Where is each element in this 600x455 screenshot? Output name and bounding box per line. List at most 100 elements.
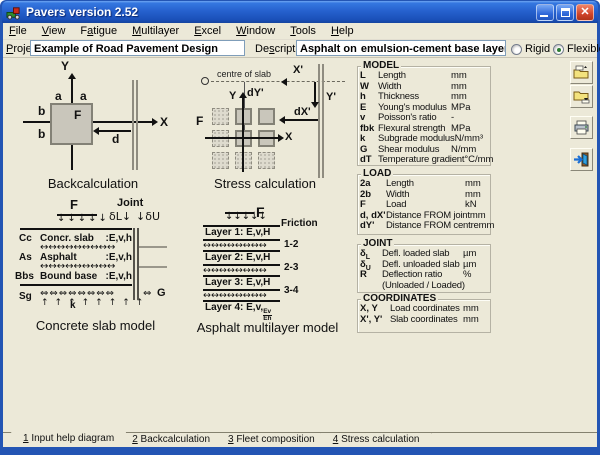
x-prime-label: X' [293,64,303,76]
load-position-square [212,152,229,169]
radio-flexible[interactable] [553,44,564,55]
load-arrows: ↓↓↓↓↓ [57,213,109,224]
menu-tools[interactable]: Tools [290,25,316,37]
y-prime-arrow [311,102,319,108]
minimize-button[interactable] [536,3,554,21]
param-row: R Deflection ratio% [360,269,472,280]
x-prime-arrow [281,78,287,86]
distance-d-label: d [112,132,120,146]
description-input[interactable]: Asphalt on emulsion-cement base layer [296,40,506,56]
form-bar: Project Example of Road Pavement Design … [3,40,600,58]
joint-line [132,80,138,170]
radio-flexible-label: Flexible [567,43,600,55]
x-axis [205,137,279,139]
slab-surface-line [20,228,132,230]
shear-spring: ⇔ [143,288,152,299]
x-axis-label: X [285,131,293,143]
concrete-slab-model-diagram: F ↓↓↓↓↓ Joint δL↓ ↓δU Cc Concr. slab:E,v… [13,198,178,335]
deflection-unloaded-label: ↓δU [136,210,160,223]
maximize-button[interactable] [556,3,574,21]
asphalt-multilayer-diagram: ↓↓↓↓↓ F Friction Layer 1: E,v,H ↔↔↔↔↔↔↔↔… [180,202,355,335]
y-prime-label: Y' [326,91,336,103]
save-folder-icon [573,91,590,104]
force-label: F [70,197,78,212]
param-row: X, Y Load coordinates mm [360,303,479,314]
menu-help[interactable]: Help [331,25,354,37]
load-panel: LOAD 2a Length mm 2b Width mm F Load kN d, dX'… [357,168,495,235]
titlebar: Pavers version 2.52 ✕ [2,1,598,23]
save-project-button[interactable] [570,85,593,108]
exit-button[interactable] [570,148,593,171]
friction-label: Friction [281,218,318,229]
tab-fleet-composition[interactable]: 3 Fleet composition [216,433,327,447]
param-row: dT Temperature gradient °C/mm [360,154,494,165]
distance-d-arrow [93,127,99,135]
y-prime-line [314,82,316,102]
backcalculation-caption: Backcalculation [47,176,139,191]
force-label: F [256,204,265,220]
param-row: dY' Distance FROM centre mm [360,220,495,231]
open-folder-icon [573,65,589,79]
close-icon: ✕ [580,5,590,18]
dx-prime-label: dX' [294,106,311,118]
joint-line [318,64,324,178]
subgrade-symbol: Sg [19,291,32,302]
centre-datum-icon [201,77,209,85]
tab-stress-calculation[interactable]: 4 Stress calculation [321,433,432,447]
app-window: Pavers version 2.52 ✕ File View Fatigue … [0,0,600,455]
layer-symbol: Bbs [15,271,34,282]
param-row: (Unloaded / Loaded) [382,279,465,291]
tab-bar: 1 Input help diagram 2 Backcalculation 3… [3,432,597,447]
menubar: File View Fatigue Multilayer Excel Windo… [3,23,597,40]
stress-calculation-diagram: centre of slab X' Y' dY' dX' F Y X Stres… [175,60,355,192]
k-label: k [70,300,76,311]
tab-input-help-diagram[interactable]: 1 Input help diagram [11,432,126,447]
coordinates-panel: COORDINATES X, Y Load coordinates mm X', Y… [357,293,491,333]
radio-rigid[interactable] [511,44,522,55]
deflection-loaded-label: δL↓ [109,210,132,223]
y-axis [242,98,244,172]
project-input[interactable]: Example of Road Pavement Design [30,40,245,56]
print-button[interactable] [570,116,593,139]
open-project-button[interactable] [570,61,593,84]
menu-fatigue[interactable]: Fatigue [80,25,117,37]
param-row: k Subgrade modulus N/mm³ [360,133,484,144]
half-length-a-left: a [55,89,62,103]
menu-excel[interactable]: Excel [194,25,221,37]
dx-prime-arrow [279,116,285,124]
layer-label: Layer 2: E,v,H [205,252,271,263]
load-position-square [258,152,275,169]
centre-of-slab-label: centre of slab [217,69,272,79]
interface-label: 2-3 [284,262,299,273]
param-row: 2a Length mm [360,178,481,189]
app-icon [6,6,20,20]
close-button[interactable]: ✕ [576,3,594,21]
force-label: F [196,114,204,128]
load-footprint-square [50,103,93,145]
concrete-caption: Concrete slab model [35,318,156,333]
interface-label: 3-4 [284,285,299,296]
load-position-square [258,108,275,125]
y-axis-label: Y [229,90,237,102]
joint-line [133,228,139,300]
param-row: δL Defl. loaded slab µm [360,248,477,261]
window-title: Pavers version 2.52 [26,5,139,19]
interface-label: 1-2 [284,239,299,250]
x-axis-arrow [278,134,284,142]
radio-rigid-label: Rigid [525,43,551,55]
menu-window[interactable]: Window [236,25,275,37]
half-length-a-right: a [80,89,87,103]
x-axis-arrow [152,118,158,126]
menu-multilayer[interactable]: Multilayer [132,25,179,37]
g-label: G [157,287,166,299]
force-label: F [74,108,82,122]
tab-backcalculation[interactable]: 2 Backcalculation [120,433,222,447]
param-row: F Load kN [360,199,477,210]
menu-view[interactable]: View [42,25,66,37]
menu-file[interactable]: File [9,25,27,37]
unloaded-slab-line [139,246,167,248]
centre-of-slab-line [211,81,345,82]
param-row: X', Y' Slab coordinates mm [360,313,479,325]
param-row: h Thickness mm [360,91,467,102]
printer-icon [574,120,589,135]
